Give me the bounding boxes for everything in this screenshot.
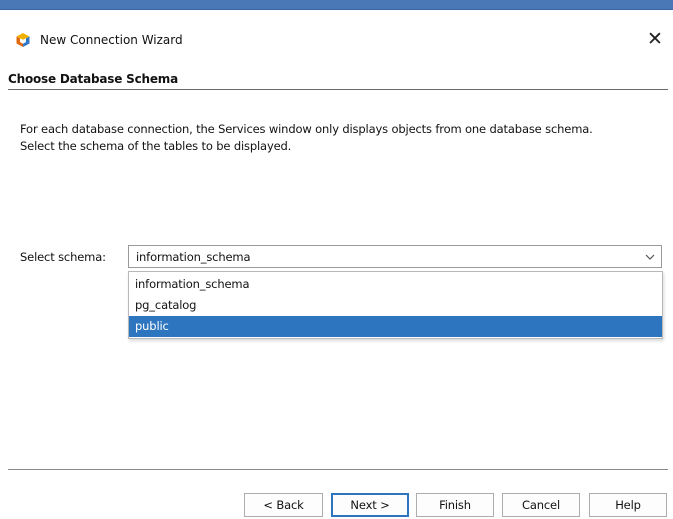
next-button[interactable]: Next > (331, 493, 409, 517)
schema-combobox-value: information_schema (136, 250, 251, 264)
description-line: For each database connection, the Servic… (20, 122, 593, 136)
netbeans-cube-icon (16, 33, 30, 47)
schema-option-public[interactable]: public (129, 316, 662, 337)
help-button[interactable]: Help (589, 493, 667, 517)
cancel-button[interactable]: Cancel (502, 493, 580, 517)
select-schema-label: Select schema: (20, 250, 106, 264)
chevron-down-icon[interactable] (643, 250, 657, 264)
schema-option-information-schema[interactable]: information_schema (129, 274, 662, 295)
step-title-divider (8, 89, 668, 90)
back-button[interactable]: < Back (244, 493, 323, 517)
window-top-strip (0, 0, 673, 10)
schema-option-pg-catalog[interactable]: pg_catalog (129, 295, 662, 316)
step-title: Choose Database Schema (8, 72, 178, 86)
footer-divider (8, 469, 668, 470)
title-bar: New Connection Wizard ✕ (0, 10, 673, 68)
schema-combobox[interactable]: information_schema (128, 245, 662, 268)
window-title: New Connection Wizard (40, 33, 183, 47)
step-description: For each database connection, the Servic… (20, 121, 660, 155)
description-line: Select the schema of the tables to be di… (20, 139, 292, 153)
close-icon[interactable]: ✕ (641, 26, 669, 54)
schema-dropdown-list: information_schema pg_catalog public (128, 271, 663, 339)
new-connection-wizard-dialog: New Connection Wizard ✕ Choose Database … (0, 0, 673, 519)
finish-button[interactable]: Finish (416, 493, 494, 517)
